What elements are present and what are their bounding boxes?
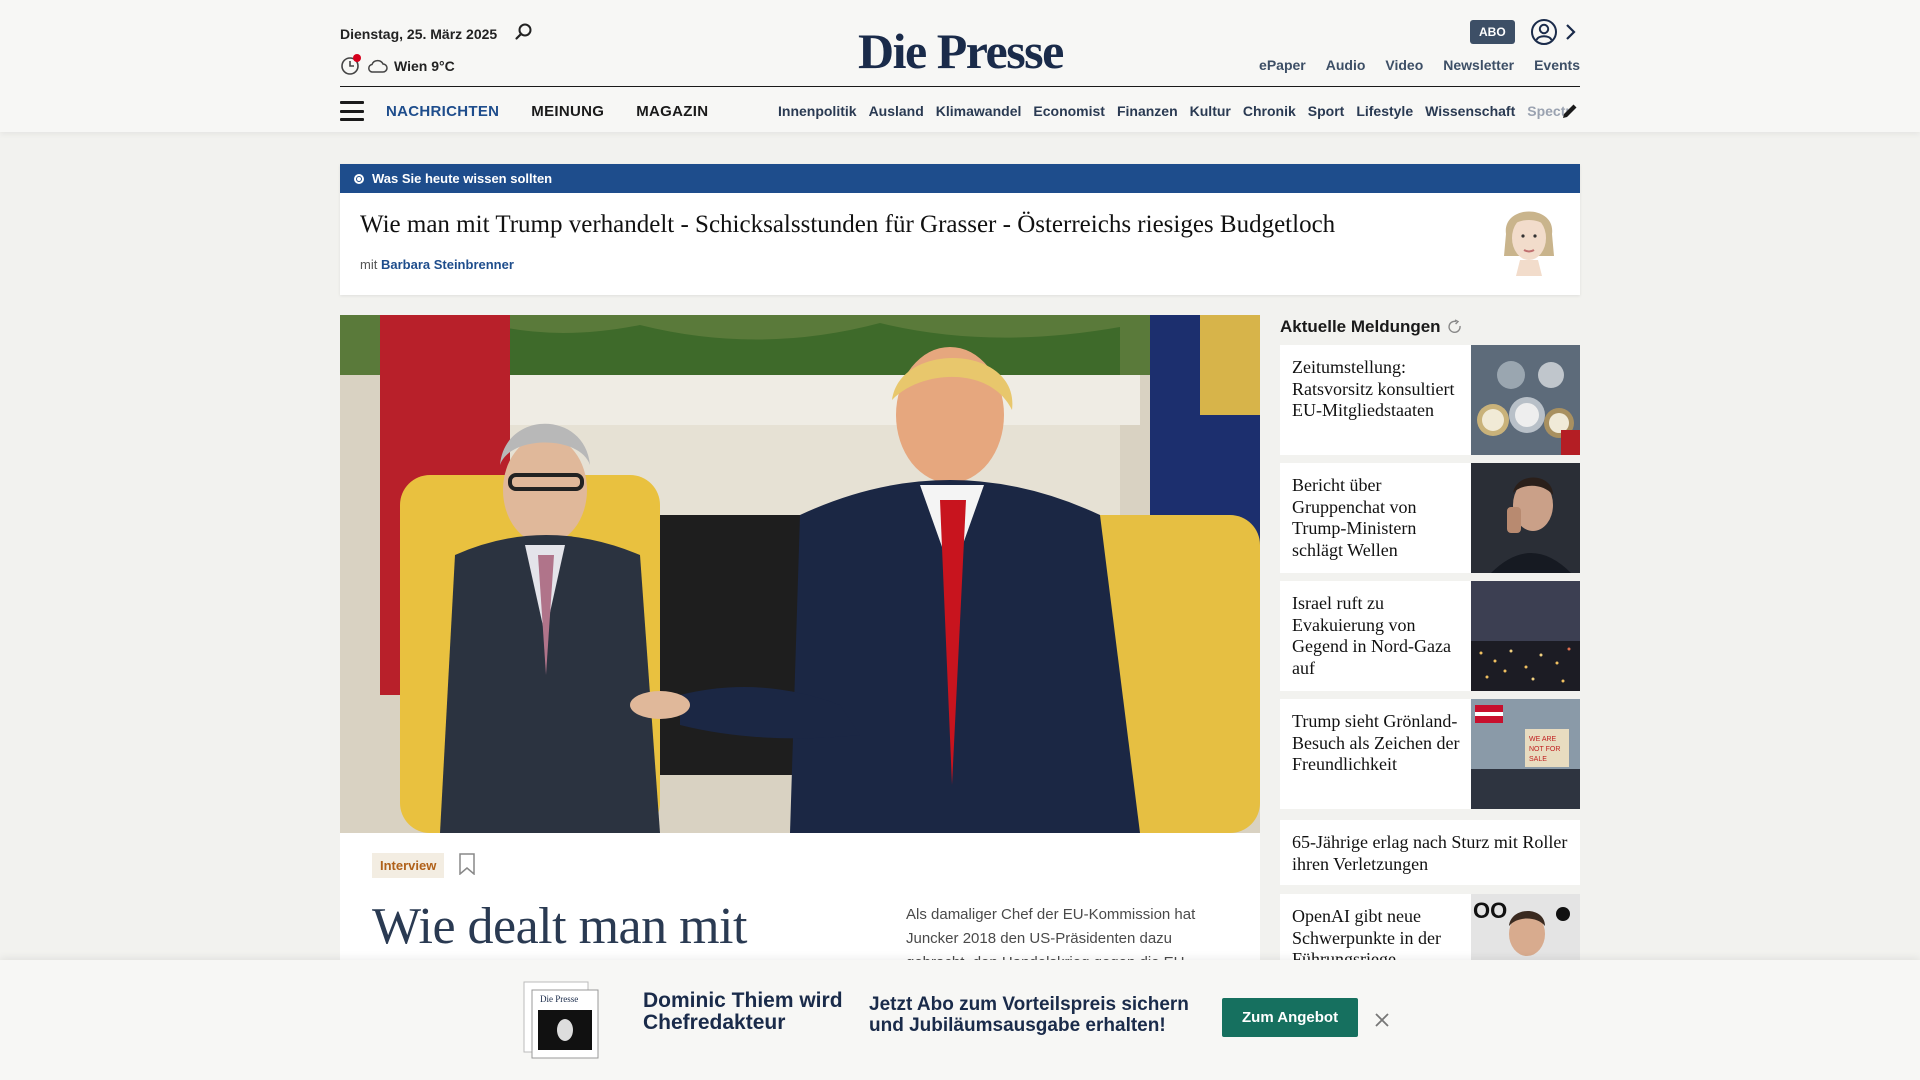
- article-category-tag[interactable]: Interview: [372, 853, 445, 878]
- hero-image[interactable]: [340, 315, 1260, 833]
- news-item[interactable]: Zeitumstellung: Ratsvorsitz konsultiert …: [1280, 345, 1580, 455]
- newspaper-image: Die Presse: [523, 981, 599, 1059]
- promo-headline: Dominic Thiem wird Chefredakteur: [643, 989, 843, 1034]
- news-headline: OpenAI gibt neue Schwerpunkte in der Füh…: [1292, 906, 1441, 964]
- briefing-author: mit Barbara Steinbrenner: [360, 257, 514, 272]
- hero-headline[interactable]: Wie dealt man mit: [372, 897, 747, 956]
- header-divider: [340, 86, 1580, 87]
- nav-kultur[interactable]: Kultur: [1190, 103, 1231, 119]
- news-thumbnail: [1471, 345, 1580, 455]
- user-icon[interactable]: [1530, 18, 1558, 46]
- news-headline: Zeitumstellung: Ratsvorsitz konsultiert …: [1292, 357, 1455, 420]
- link-epaper[interactable]: ePaper: [1259, 57, 1306, 73]
- latest-news-heading: Aktuelle Meldungen: [1280, 317, 1463, 337]
- news-headline: Israel ruft zu Evakuierung von Gegend in…: [1292, 593, 1451, 678]
- news-thumbnail: OO: [1471, 894, 1580, 964]
- promo-text: Jetzt Abo zum Vorteilspreis sichern und …: [869, 994, 1189, 1036]
- news-item[interactable]: Trump sieht Grönland-Besuch als Zeichen …: [1280, 699, 1580, 809]
- news-item[interactable]: OpenAI gibt neue Schwerpunkte in der Füh…: [1280, 894, 1580, 964]
- bookmark-icon[interactable]: [458, 853, 476, 875]
- author-avatar: [1504, 211, 1554, 276]
- link-video[interactable]: Video: [1385, 57, 1423, 73]
- cloud-icon: [368, 59, 388, 73]
- news-headline: Trump sieht Grönland-Besuch als Zeichen …: [1292, 711, 1460, 774]
- site-header: Dienstag, 25. März 2025 Wien 9°C Die Pre…: [0, 0, 1920, 132]
- link-audio[interactable]: Audio: [1326, 57, 1366, 73]
- close-icon[interactable]: [1374, 1012, 1390, 1028]
- nav-lifestyle[interactable]: Lifestyle: [1356, 103, 1413, 119]
- briefing-title[interactable]: Wie man mit Trump verhandelt - Schicksal…: [360, 211, 1335, 239]
- section-nav: Innenpolitik Ausland Klimawandel Economi…: [778, 103, 1571, 119]
- nav-innenpolitik[interactable]: Innenpolitik: [778, 103, 857, 119]
- refresh-icon[interactable]: [1447, 319, 1463, 335]
- zum-angebot-button[interactable]: Zum Angebot: [1222, 998, 1359, 1037]
- news-thumbnail: [1471, 463, 1580, 573]
- briefing-bar: Was Sie heute wissen sollten: [340, 164, 1580, 193]
- pencil-icon[interactable]: [1560, 101, 1580, 121]
- chevron-right-icon[interactable]: [1564, 22, 1578, 42]
- subscription-banner: Die Presse Dominic Thiem wird Chefredakt…: [0, 960, 1920, 1080]
- briefing-label: Was Sie heute wissen sollten: [372, 171, 553, 186]
- protest-sign-text: WE ARE: [1529, 736, 1557, 743]
- nav-klimawandel[interactable]: Klimawandel: [936, 103, 1022, 119]
- svg-text:OO: OO: [1473, 898, 1507, 923]
- news-item[interactable]: Israel ruft zu Evakuierung von Gegend in…: [1280, 581, 1580, 691]
- link-newsletter[interactable]: Newsletter: [1443, 57, 1514, 73]
- current-date: Dienstag, 25. März 2025: [340, 26, 498, 42]
- clock-icon: [340, 54, 361, 76]
- svg-text:NOT FOR: NOT FOR: [1529, 746, 1560, 753]
- nav-sport[interactable]: Sport: [1308, 103, 1345, 119]
- hero-article-card[interactable]: Interview Wie dealt man mit Als damalige…: [340, 833, 1260, 971]
- author-link[interactable]: Barbara Steinbrenner: [381, 257, 514, 272]
- weather-text: Wien 9°C: [394, 58, 455, 74]
- weather-widget[interactable]: Wien 9°C: [340, 54, 455, 76]
- svg-text:SALE: SALE: [1529, 756, 1547, 763]
- nav-ausland[interactable]: Ausland: [869, 103, 924, 119]
- top-links: ePaper Audio Video Newsletter Events: [1259, 57, 1580, 73]
- main-nav: NACHRICHTEN MEINUNG MAGAZIN Innenpolitik…: [340, 96, 1580, 126]
- nav-wissenschaft[interactable]: Wissenschaft: [1425, 103, 1515, 119]
- nav-meinung[interactable]: MEINUNG: [531, 103, 604, 120]
- nav-nachrichten[interactable]: NACHRICHTEN: [386, 103, 499, 120]
- nav-magazin[interactable]: MAGAZIN: [636, 103, 708, 120]
- nav-finanzen[interactable]: Finanzen: [1117, 103, 1178, 119]
- search-icon[interactable]: [514, 22, 534, 42]
- news-headline: Bericht über Gruppenchat von Trump-Minis…: [1292, 475, 1417, 560]
- daily-briefing[interactable]: Was Sie heute wissen sollten Wie man mit…: [340, 164, 1580, 295]
- nav-economist[interactable]: Economist: [1033, 103, 1105, 119]
- news-thumbnail: WE ARE NOT FOR SALE: [1471, 699, 1580, 809]
- nav-chronik[interactable]: Chronik: [1243, 103, 1296, 119]
- site-logo[interactable]: Die Presse: [858, 22, 1064, 80]
- svg-text:Die Presse: Die Presse: [540, 994, 578, 1004]
- news-item[interactable]: Bericht über Gruppenchat von Trump-Minis…: [1280, 463, 1580, 573]
- news-item[interactable]: 65-Jährige erlag nach Sturz mit Roller i…: [1280, 820, 1580, 885]
- news-thumbnail: [1471, 581, 1580, 691]
- news-headline: 65-Jährige erlag nach Sturz mit Roller i…: [1292, 832, 1568, 874]
- menu-icon[interactable]: [340, 101, 364, 121]
- live-dot-icon: [354, 173, 364, 184]
- abo-button[interactable]: ABO: [1470, 20, 1515, 44]
- link-events[interactable]: Events: [1534, 57, 1580, 73]
